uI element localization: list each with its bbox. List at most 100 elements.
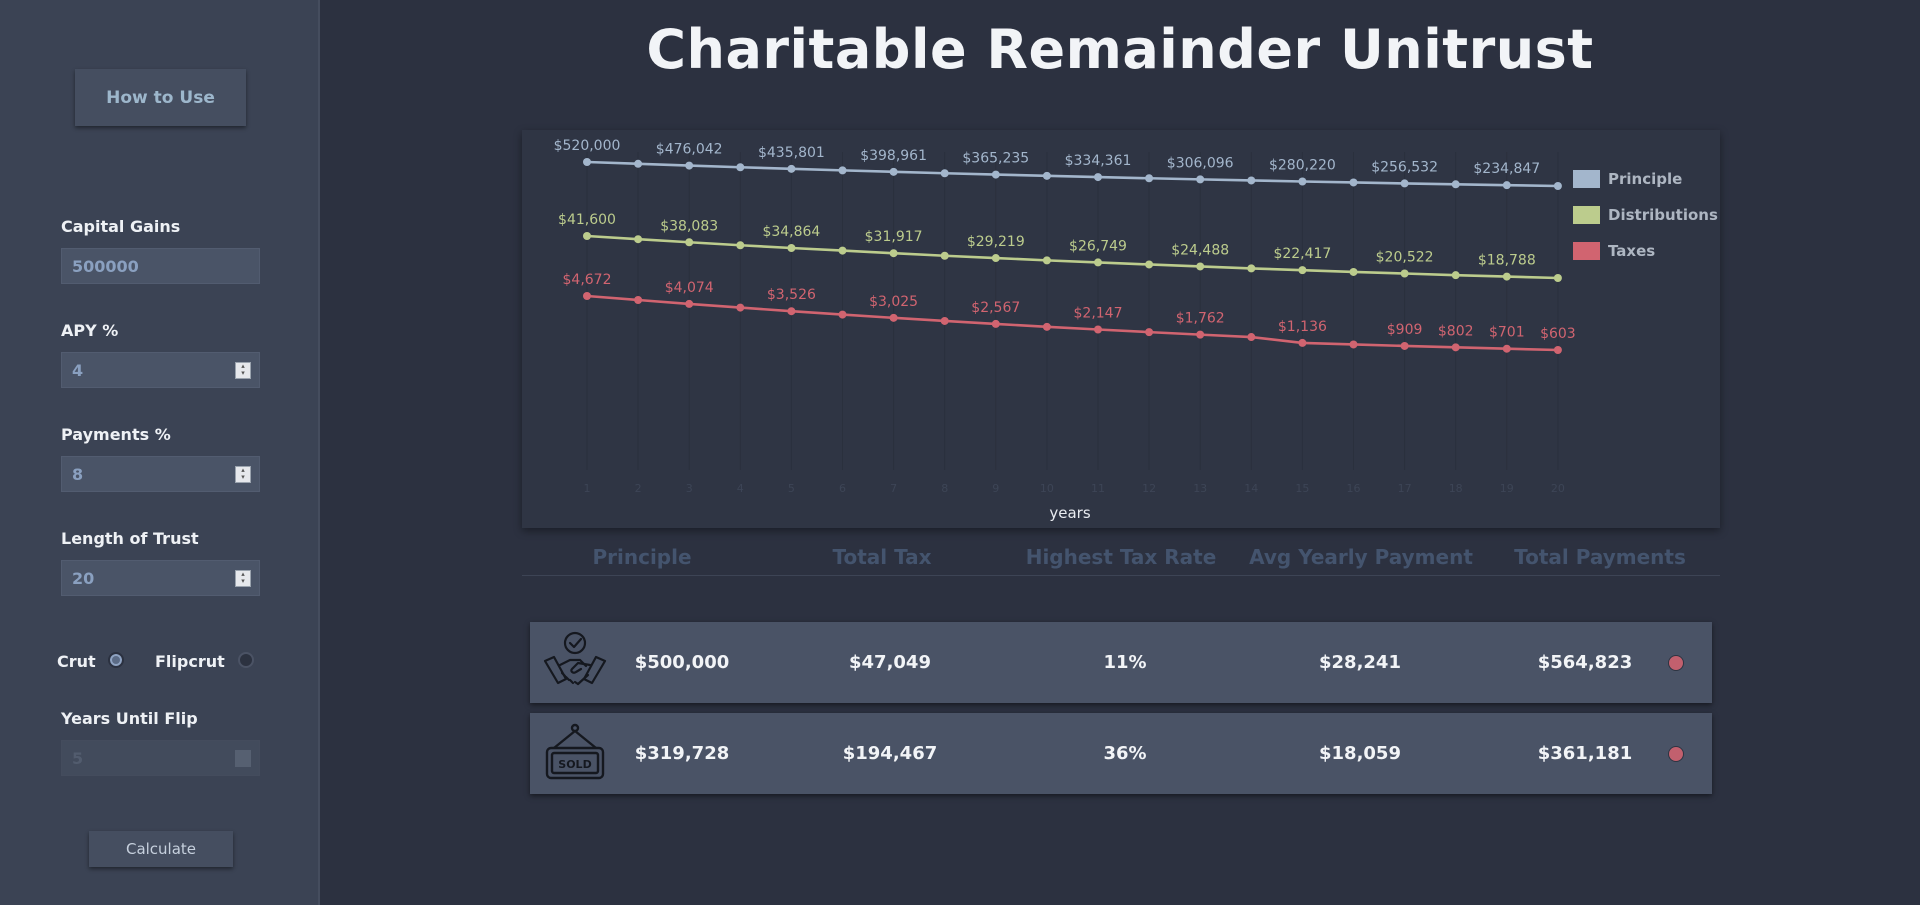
data-label-taxes: $3,025	[869, 294, 918, 310]
x-tick-label: 12	[1142, 482, 1156, 495]
years-until-flip-label: Years Until Flip	[61, 709, 198, 728]
calculate-button[interactable]: Calculate	[89, 831, 233, 867]
data-point-principle	[1451, 180, 1460, 189]
header-total-payments: Total Payments	[1514, 545, 1686, 569]
data-point-taxes	[838, 310, 847, 319]
data-point-distributions	[1145, 260, 1154, 269]
data-point-principle	[1247, 176, 1256, 185]
data-point-distributions	[685, 238, 694, 247]
payments-stepper-icon[interactable]: ▴ ▾	[235, 466, 251, 483]
row1-total-tax: $47,049	[849, 652, 931, 673]
data-label-taxes: $603	[1540, 326, 1576, 342]
x-tick-label: 6	[839, 482, 846, 495]
data-point-taxes	[1196, 330, 1205, 339]
x-tick-label: 19	[1500, 482, 1514, 495]
data-point-taxes	[1094, 325, 1102, 334]
data-point-distributions	[889, 249, 898, 258]
legend-swatch-principle	[1573, 170, 1600, 188]
data-point-distributions	[1553, 274, 1562, 282]
crut-radio[interactable]	[108, 652, 124, 668]
crut-label: Crut	[57, 652, 96, 671]
data-label-principle: $435,801	[758, 145, 825, 161]
data-point-distributions	[940, 251, 949, 260]
result-row: $500,000 $47,049 11% $28,241 $564,823	[530, 622, 1712, 703]
data-label-taxes: $1,136	[1278, 319, 1327, 335]
chart-panel: $520,000 $476,042 $435,801 $398,961 $365,235…	[522, 130, 1720, 528]
data-label-taxes: $802	[1438, 323, 1474, 339]
capital-gains-label: Capital Gains	[61, 217, 181, 236]
how-to-use-button[interactable]: How to Use	[75, 69, 246, 126]
payments-input[interactable]: 8 ▴ ▾	[61, 456, 260, 492]
data-point-distributions	[787, 243, 796, 252]
data-label-distributions: $38,083	[660, 218, 718, 234]
data-label-taxes: $701	[1489, 325, 1525, 341]
apy-stepper-icon[interactable]: ▴ ▾	[235, 362, 251, 379]
flipcrut-label: Flipcrut	[155, 652, 225, 671]
legend-label-taxes: Taxes	[1608, 242, 1655, 260]
x-tick-label: 17	[1398, 482, 1412, 495]
x-tick-label: 13	[1193, 482, 1207, 495]
data-point-taxes	[1553, 346, 1562, 354]
x-tick-label: 11	[1091, 482, 1105, 495]
data-label-distributions: $29,219	[967, 234, 1025, 250]
row2-highest-tax-rate: 36%	[1103, 743, 1147, 764]
capital-gains-input[interactable]: 500000	[61, 248, 260, 284]
data-label-principle: $256,532	[1371, 159, 1438, 175]
x-tick-label: 5	[788, 482, 795, 495]
row1-highest-tax-rate: 11%	[1103, 652, 1147, 673]
data-point-distributions	[1247, 264, 1256, 273]
data-point-principle	[1502, 181, 1511, 190]
legend-swatch-taxes	[1573, 242, 1600, 260]
x-tick-label: 8	[941, 482, 948, 495]
data-label-principle: $365,235	[962, 151, 1029, 167]
x-tick-label: 4	[737, 482, 744, 495]
data-label-taxes: $1,762	[1176, 311, 1225, 327]
row1-status-dot[interactable]	[1668, 655, 1684, 671]
data-point-taxes	[1502, 344, 1511, 353]
x-tick-label: 10	[1040, 482, 1054, 495]
legend-swatch-distributions	[1573, 206, 1600, 224]
x-tick-label: 16	[1347, 482, 1361, 495]
data-label-principle: $476,042	[656, 142, 723, 158]
data-point-principle	[838, 166, 847, 175]
data-point-distributions	[634, 235, 643, 244]
data-point-taxes	[991, 319, 1000, 328]
data-point-principle	[991, 170, 1000, 179]
data-label-distributions: $18,788	[1478, 253, 1536, 269]
data-point-principle	[1196, 175, 1205, 184]
data-label-distributions: $34,864	[762, 224, 820, 240]
data-label-taxes: $4,074	[665, 280, 714, 296]
data-label-principle: $520,000	[554, 138, 621, 154]
data-label-principle: $306,096	[1167, 155, 1234, 171]
data-point-distributions	[838, 246, 847, 255]
legend-label-distributions: Distributions	[1608, 206, 1718, 224]
data-point-taxes	[736, 303, 745, 312]
data-point-taxes	[1400, 341, 1409, 350]
x-tick-label: 15	[1295, 482, 1309, 495]
apy-input[interactable]: 4 ▴ ▾	[61, 352, 260, 388]
flipcrut-radio[interactable]	[238, 652, 254, 668]
data-label-distributions: $41,600	[558, 212, 616, 228]
data-label-distributions: $20,522	[1376, 250, 1434, 266]
length-of-trust-stepper-icon[interactable]: ▴ ▾	[235, 570, 251, 587]
page-title: Charitable Remainder Unitrust	[646, 18, 1594, 81]
data-point-distributions	[1042, 256, 1051, 265]
data-label-taxes: $2,147	[1074, 306, 1123, 322]
sidebar: How to Use Capital Gains 500000 APY % 4 …	[0, 0, 320, 905]
years-until-flip-input[interactable]: 5	[61, 740, 260, 776]
row1-avg-yearly-payment: $28,241	[1319, 652, 1401, 673]
x-tick-label: 18	[1449, 482, 1463, 495]
data-point-principle	[1400, 179, 1409, 188]
data-label-taxes: $3,526	[767, 287, 816, 303]
row2-status-dot[interactable]	[1668, 746, 1684, 762]
data-point-taxes	[1145, 328, 1154, 337]
data-point-taxes	[787, 307, 796, 316]
data-point-distributions	[1502, 272, 1511, 281]
data-point-principle	[1042, 171, 1051, 180]
data-point-taxes	[1451, 343, 1460, 352]
length-of-trust-input[interactable]: 20 ▴ ▾	[61, 560, 260, 596]
data-label-principle: $334,361	[1065, 153, 1132, 169]
data-point-principle	[787, 164, 796, 173]
payments-value: 8	[72, 464, 84, 484]
data-point-distributions	[1400, 269, 1409, 278]
